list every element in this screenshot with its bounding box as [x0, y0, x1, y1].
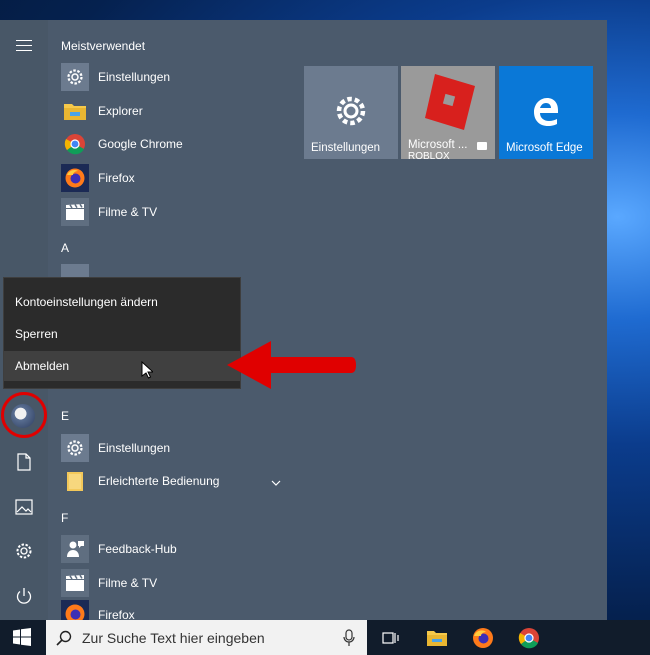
tile-microsoft-edge[interactable]: Microsoft Edge — [499, 66, 593, 159]
app-entry-google-chrome[interactable]: Google Chrome — [61, 128, 261, 160]
file-explorer-icon[interactable] — [426, 627, 448, 649]
app-label: Feedback-Hub — [98, 542, 177, 556]
tile-roblox[interactable]: Microsoft ... ROBLOX — [401, 66, 495, 159]
tile-label: Microsoft ... — [408, 139, 468, 151]
gear-icon — [334, 94, 368, 131]
taskbar-search-box[interactable]: Zur Suche Text hier eingeben — [46, 620, 367, 655]
power-icon[interactable] — [14, 586, 34, 606]
app-entry-firefox[interactable]: Firefox — [61, 162, 261, 194]
tile-label: Microsoft Edge — [506, 142, 583, 154]
app-folder-erleichterte-bedienung[interactable]: Erleichterte Bedienung — [61, 465, 286, 497]
partially-hidden-app-icon — [61, 264, 89, 278]
user-avatar[interactable] — [11, 404, 35, 428]
film-icon — [61, 569, 89, 597]
menu-item-kontoeinstellungen[interactable]: Kontoeinstellungen ändern — [4, 287, 240, 317]
pictures-icon[interactable] — [14, 497, 34, 517]
edge-icon — [532, 96, 560, 129]
firefox-taskbar-icon[interactable] — [472, 627, 494, 649]
folder-icon — [61, 97, 89, 125]
app-entry-explorer[interactable]: Explorer — [61, 95, 261, 127]
hamburger-menu-icon[interactable] — [16, 40, 32, 52]
roblox-logo-icon — [423, 72, 477, 135]
microphone-icon[interactable] — [343, 629, 355, 647]
app-label: Explorer — [98, 104, 143, 118]
task-view-icon[interactable] — [380, 627, 402, 649]
app-entry-filme-tv-f[interactable]: Filme & TV — [61, 567, 261, 599]
gear-icon — [61, 63, 89, 91]
film-icon — [61, 198, 89, 226]
app-label: Einstellungen — [98, 70, 171, 84]
menu-item-abmelden[interactable]: Abmelden — [4, 351, 240, 381]
app-entry-einstellungen[interactable]: Einstellungen — [61, 61, 261, 93]
chrome-icon — [61, 130, 89, 158]
app-entry-filme-tv[interactable]: Filme & TV — [61, 196, 261, 228]
section-header-f[interactable]: F — [61, 511, 68, 525]
folder-icon — [61, 467, 89, 495]
feedback-icon — [61, 535, 89, 563]
search-placeholder: Zur Suche Text hier eingeben — [82, 629, 265, 646]
app-label: Erleichterte Bedienung — [98, 474, 220, 488]
app-entry-feedback-hub[interactable]: Feedback-Hub — [61, 533, 261, 565]
app-entry-einstellungen-e[interactable]: Einstellungen — [61, 432, 261, 464]
chevron-down-icon[interactable] — [270, 476, 282, 486]
menu-item-sperren[interactable]: Sperren — [4, 319, 240, 349]
section-header-most-used: Meistverwendet — [61, 39, 146, 53]
app-label: Filme & TV — [98, 576, 158, 590]
mouse-cursor-icon — [141, 360, 155, 382]
windows-start-icon[interactable] — [13, 628, 31, 649]
section-header-a[interactable]: A — [61, 241, 69, 255]
app-label: Firefox — [98, 171, 135, 185]
section-header-e[interactable]: E — [61, 409, 69, 423]
app-entry-firefox-f[interactable]: Firefox — [61, 600, 261, 620]
chrome-taskbar-icon[interactable] — [518, 627, 540, 649]
store-bag-icon — [477, 142, 487, 150]
tile-einstellungen[interactable]: Einstellungen — [304, 66, 398, 159]
app-label: Firefox — [98, 608, 135, 620]
app-label: Filme & TV — [98, 205, 158, 219]
firefox-icon — [61, 164, 89, 192]
documents-icon[interactable] — [14, 452, 34, 472]
account-context-menu: Kontoeinstellungen ändern Sperren Abmeld… — [3, 277, 241, 389]
app-label: Einstellungen — [98, 441, 171, 455]
tile-sublabel: ROBLOX — [408, 151, 450, 159]
tile-label: Einstellungen — [311, 142, 381, 154]
gear-icon — [61, 434, 89, 462]
app-label: Google Chrome — [98, 137, 183, 151]
settings-gear-icon[interactable] — [14, 541, 34, 561]
annotation-arrow — [225, 337, 357, 396]
firefox-icon — [61, 600, 89, 620]
search-icon — [56, 630, 72, 646]
